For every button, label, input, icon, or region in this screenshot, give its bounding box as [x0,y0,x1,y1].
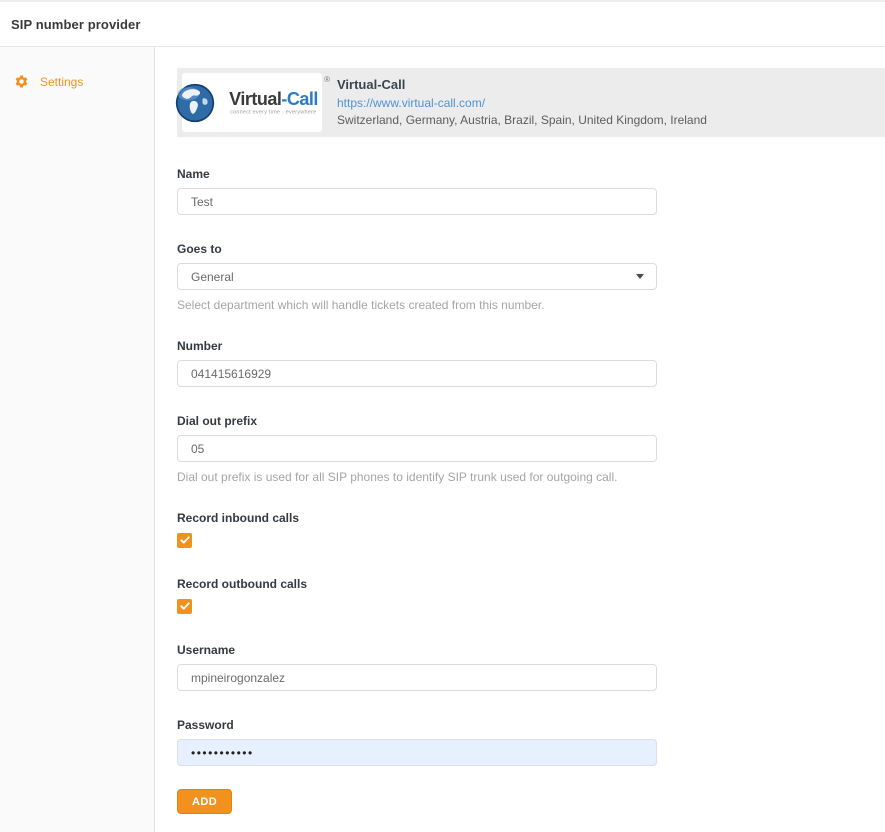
dial-out-prefix-input[interactable] [177,435,657,462]
provider-banner: Virtual-Call connect every time · everyw… [177,68,885,137]
goes-to-helper-text: Select department which will handle tick… [177,298,657,312]
username-field-group: Username [177,643,657,691]
username-input[interactable] [177,664,657,691]
dial-out-prefix-field-group: Dial out prefix Dial out prefix is used … [177,414,657,484]
globe-icon [175,83,215,123]
password-field-group: Password [177,718,657,766]
record-outbound-label: Record outbound calls [177,577,657,591]
provider-name: Virtual-Call [337,76,707,94]
sip-number-form: Name Goes to General Select department w… [177,167,657,814]
logo-wordmark: Virtual-Call [229,90,318,109]
record-inbound-label: Record inbound calls [177,511,657,525]
sidebar: Settings [0,47,155,832]
main-content: Virtual-Call connect every time · everyw… [155,47,885,832]
provider-url-link[interactable]: https://www.virtual-call.com/ [337,95,485,112]
sidebar-item-settings[interactable]: Settings [0,68,154,95]
record-outbound-field-group: Record outbound calls [177,577,657,616]
add-button[interactable]: ADD [177,789,232,814]
chevron-down-icon [636,274,644,279]
password-input[interactable] [177,739,657,766]
record-inbound-checkbox[interactable] [177,533,192,548]
provider-logo: Virtual-Call connect every time · everyw… [182,73,322,132]
dial-out-prefix-label: Dial out prefix [177,414,657,428]
record-inbound-field-group: Record inbound calls [177,511,657,550]
check-icon [180,601,190,611]
page-header: SIP number provider [0,0,885,47]
provider-countries: Switzerland, Germany, Austria, Brazil, S… [337,112,707,129]
password-label: Password [177,718,657,732]
dial-out-prefix-helper-text: Dial out prefix is used for all SIP phon… [177,470,657,484]
name-field-group: Name [177,167,657,215]
number-label: Number [177,339,657,353]
gear-icon [14,74,29,89]
name-input[interactable] [177,188,657,215]
number-input[interactable] [177,360,657,387]
goes-to-field-group: Goes to General Select department which … [177,242,657,312]
goes-to-selected-value: General [191,270,234,284]
record-outbound-checkbox[interactable] [177,599,192,614]
name-label: Name [177,167,657,181]
goes-to-label: Goes to [177,242,657,256]
sidebar-item-label: Settings [40,75,83,89]
number-field-group: Number [177,339,657,387]
logo-tagline: connect every time · everywhere [230,109,316,114]
page-title: SIP number provider [11,17,141,32]
goes-to-select[interactable]: General [177,263,657,290]
username-label: Username [177,643,657,657]
check-icon [180,535,190,545]
trademark-symbol: ® [324,75,330,84]
